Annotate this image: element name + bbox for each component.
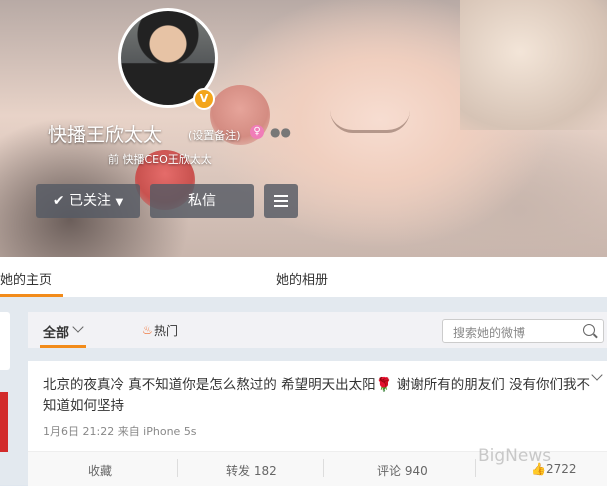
verified-badge-icon: V bbox=[193, 88, 215, 110]
weibo-search[interactable]: 搜索她的微博 bbox=[442, 319, 604, 343]
menu-button[interactable] bbox=[264, 184, 298, 218]
chevron-down-icon[interactable] bbox=[72, 321, 84, 333]
set-remark-link[interactable]: (设置备注) bbox=[188, 127, 241, 143]
profile-name: 快播王欣太太 bbox=[48, 124, 163, 146]
cover-cat-fur bbox=[460, 0, 607, 130]
repost-button[interactable]: 转发 182 bbox=[226, 462, 277, 479]
side-banner bbox=[0, 392, 8, 452]
rose-icon: 🌹 bbox=[375, 377, 393, 393]
profile-tabs: 她的主页 她的相册 bbox=[0, 257, 607, 297]
side-card bbox=[0, 312, 10, 370]
fire-icon: ♨ bbox=[142, 323, 153, 337]
post-text: 北京的夜真冷 真不知道你是怎么熬过的 希望明天出太阳🌹 谢谢所有的朋友们 没有你… bbox=[43, 375, 603, 417]
post-meta[interactable]: 1月6日 21:22 来自 iPhone 5s bbox=[43, 423, 197, 439]
check-icon: ✔ bbox=[52, 193, 65, 209]
action-divider bbox=[177, 459, 178, 477]
search-icon[interactable] bbox=[583, 324, 595, 336]
weibo-post: 北京的夜真冷 真不知道你是怎么熬过的 希望明天出太阳🌹 谢谢所有的朋友们 没有你… bbox=[28, 361, 607, 486]
favorite-button[interactable]: 收藏 bbox=[88, 462, 112, 479]
action-divider bbox=[475, 459, 476, 477]
post-text-main: 北京的夜真冷 真不知道你是怎么熬过的 希望明天出太阳 bbox=[43, 377, 376, 393]
cover-cat-eye bbox=[330, 110, 410, 133]
action-divider bbox=[323, 459, 324, 477]
comment-button[interactable]: 评论 940 bbox=[377, 462, 428, 479]
follow-button[interactable]: ✔ 已关注 ▼ bbox=[36, 184, 140, 218]
female-icon: ♀ bbox=[250, 125, 264, 139]
search-input[interactable]: 搜索她的微博 bbox=[453, 324, 525, 341]
profile-description: 前 快播CEO王欣太太 bbox=[108, 153, 212, 166]
medal-icon: ●● bbox=[270, 125, 291, 139]
tab-album[interactable]: 她的相册 bbox=[276, 269, 328, 288]
message-button[interactable]: 私信 bbox=[150, 184, 254, 218]
filter-all[interactable]: 全部 bbox=[43, 322, 69, 341]
hamburger-icon bbox=[274, 195, 288, 207]
filter-active-indicator bbox=[40, 345, 86, 348]
watermark: BigNews bbox=[478, 446, 552, 466]
filter-hot[interactable]: 热门 bbox=[154, 322, 178, 339]
follow-label: 已关注 bbox=[69, 193, 112, 209]
tab-home[interactable]: 她的主页 bbox=[0, 269, 52, 288]
feed-filter-bar: 全部 ♨ 热门 搜索她的微博 bbox=[28, 312, 607, 348]
caret-down-icon: ▼ bbox=[115, 197, 124, 208]
